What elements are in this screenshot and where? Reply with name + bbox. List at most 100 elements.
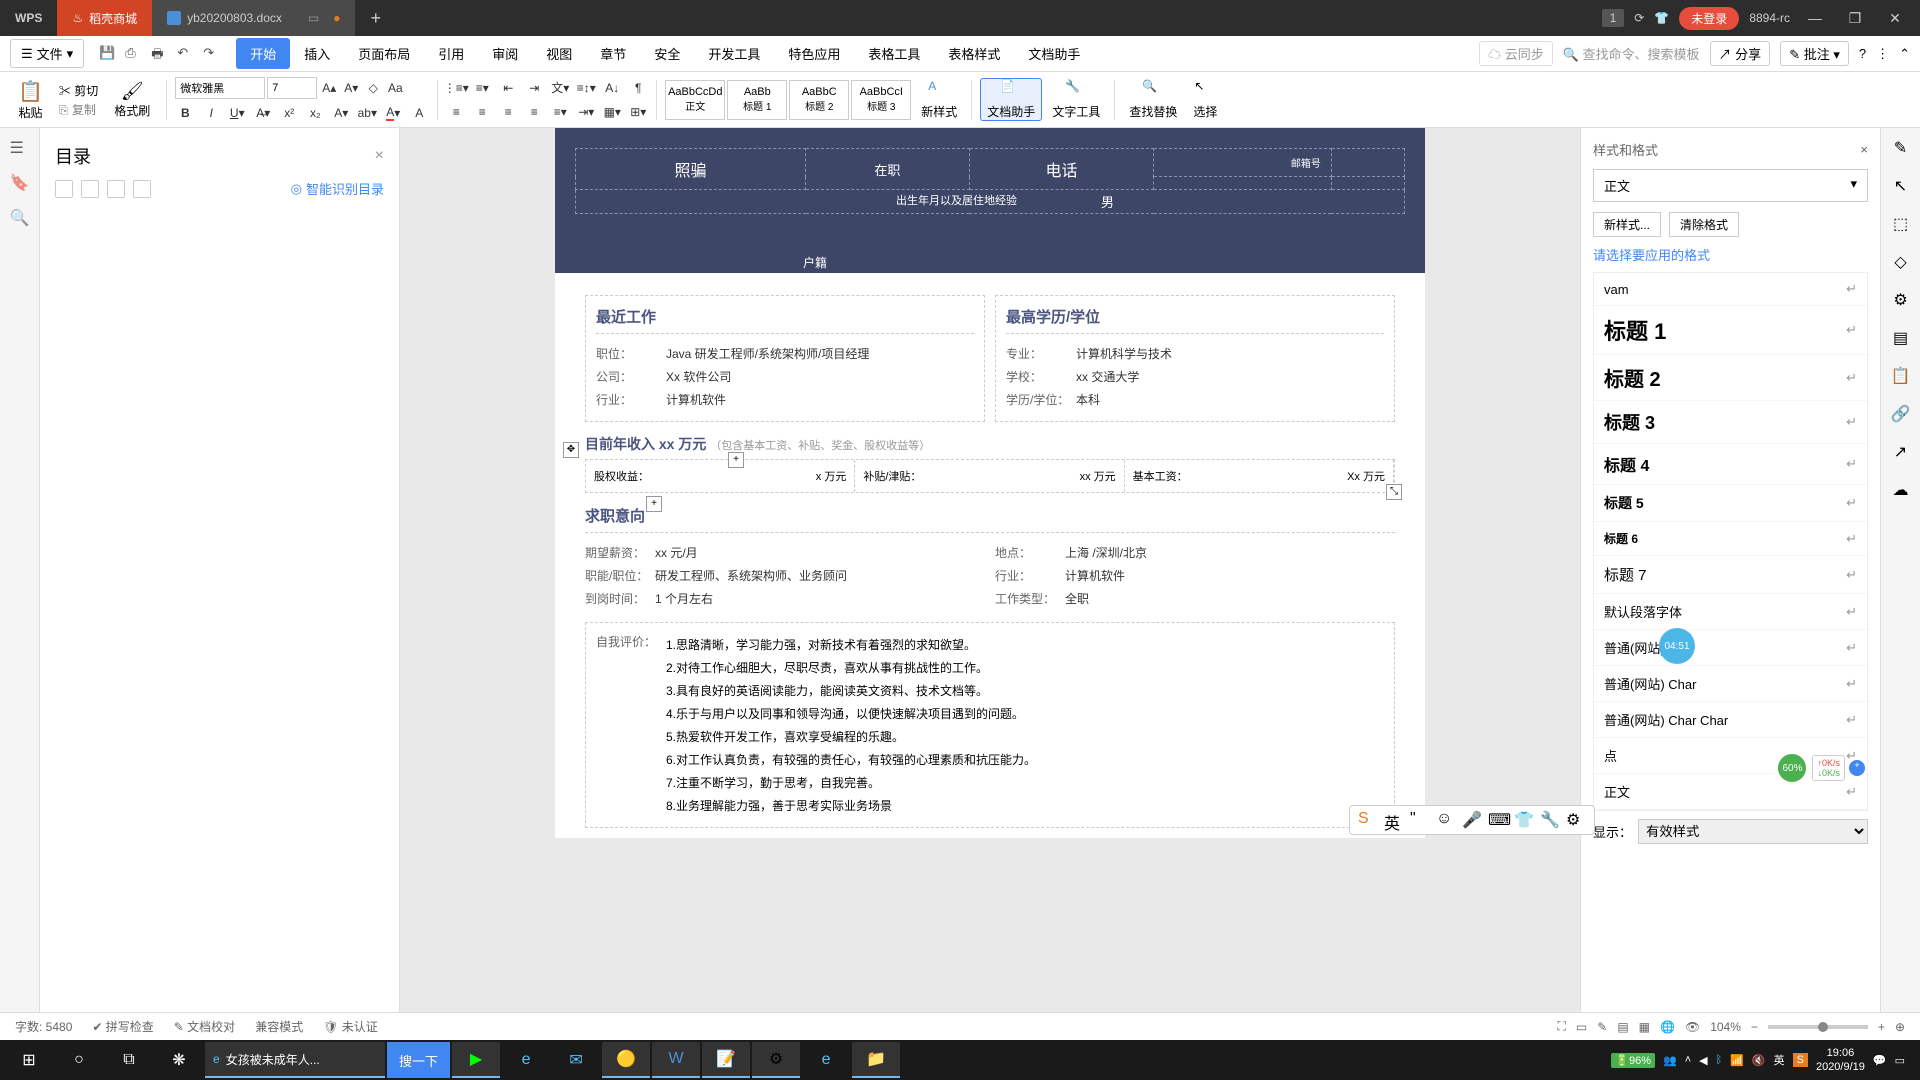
- align-left-icon[interactable]: ≡: [446, 102, 466, 122]
- fit-width-icon[interactable]: ⊕: [1895, 1020, 1905, 1034]
- decrease-font-icon[interactable]: A▾: [341, 78, 361, 98]
- cert-status[interactable]: 🛡 未认证: [323, 1018, 378, 1035]
- layers-rail-icon[interactable]: ▤: [1893, 328, 1908, 348]
- sogou-logo-icon[interactable]: S: [1358, 810, 1378, 830]
- explorer-app[interactable]: 📁: [852, 1042, 900, 1078]
- net-add-icon[interactable]: +: [1849, 760, 1865, 776]
- self-eval-line[interactable]: 2.对待工作心细胆大，尽职尽责，喜欢从事有挑战性的工作。: [666, 656, 1384, 679]
- app-1[interactable]: ❋: [155, 1042, 203, 1078]
- menu-7[interactable]: 安全: [640, 38, 694, 69]
- income-cell[interactable]: 基本工资：Xx 万元: [1125, 460, 1394, 492]
- find-replace-button[interactable]: 🔍 查找替换: [1123, 79, 1183, 120]
- style-box-1[interactable]: AaBb标题 1: [727, 80, 787, 120]
- menu-3[interactable]: 引用: [424, 38, 478, 69]
- highlight-icon[interactable]: ab▾: [357, 103, 377, 123]
- outline-view-icon[interactable]: ▦: [1639, 1020, 1650, 1034]
- redo-icon[interactable]: ↷: [203, 45, 221, 63]
- smart-outline-button[interactable]: ◎ 智能识别目录: [291, 179, 384, 198]
- style-list-item[interactable]: 普通(网站) Char↵: [1594, 666, 1867, 702]
- outline-tool-4[interactable]: [133, 180, 151, 198]
- upload-rail-icon[interactable]: ↗: [1894, 442, 1907, 462]
- notification-badge[interactable]: 1: [1602, 9, 1625, 27]
- ime-lang[interactable]: 英: [1384, 810, 1404, 830]
- copy-button[interactable]: ⎘ 复制: [59, 101, 96, 118]
- strikethrough-icon[interactable]: A̶▾: [253, 103, 273, 123]
- print-preview-icon[interactable]: 🖶: [151, 45, 169, 63]
- cursor-rail-icon[interactable]: ↖: [1894, 176, 1907, 196]
- style-list-item[interactable]: 默认段落字体↵: [1594, 594, 1867, 630]
- menu-10[interactable]: 表格工具: [854, 38, 934, 69]
- style-list-item[interactable]: 标题 7↵: [1594, 556, 1867, 594]
- menu-12[interactable]: 文档助手: [1014, 38, 1094, 69]
- approve-button[interactable]: ✎ 批注 ▾: [1780, 41, 1849, 66]
- menu-4[interactable]: 审阅: [478, 38, 532, 69]
- zoom-in-icon[interactable]: +: [1878, 1020, 1885, 1034]
- text-effects-icon[interactable]: A▾: [331, 103, 351, 123]
- borders-icon[interactable]: ⊞▾: [628, 102, 648, 122]
- shading-icon[interactable]: ▦▾: [602, 102, 622, 122]
- style-list-item[interactable]: vam↵: [1594, 273, 1867, 306]
- bookmark-rail-icon[interactable]: 🔖: [10, 173, 30, 193]
- taskbar-search[interactable]: 搜一下: [387, 1042, 450, 1078]
- save-icon[interactable]: 💾: [99, 45, 117, 63]
- field-row[interactable]: 工作类型：全职: [995, 587, 1395, 610]
- income-cell[interactable]: 补贴/津贴：xx 万元: [855, 460, 1124, 492]
- ime-punct-icon[interactable]: ": [1410, 810, 1430, 830]
- clear-format-action[interactable]: 清除格式: [1669, 212, 1739, 237]
- style-list-item[interactable]: 标题 4↵: [1594, 444, 1867, 485]
- self-eval-line[interactable]: 4.乐于与用户以及同事和领导沟通，以便快速解决项目遇到的问题。: [666, 702, 1384, 725]
- tab-menu-icon[interactable]: ▭: [308, 11, 319, 25]
- field-row[interactable]: 行业：计算机软件: [596, 388, 974, 411]
- font-name-input[interactable]: [175, 77, 265, 99]
- format-painter-button[interactable]: 🖌 格式刷: [106, 81, 158, 119]
- people-icon[interactable]: 👥: [1663, 1054, 1677, 1067]
- superscript-icon[interactable]: x²: [279, 103, 299, 123]
- style-list-item[interactable]: 标题 3↵: [1594, 401, 1867, 444]
- ime-indicator[interactable]: 英: [1774, 1052, 1785, 1068]
- zoom-slider[interactable]: [1768, 1025, 1868, 1029]
- ime-keyboard-icon[interactable]: ⌨: [1488, 810, 1508, 830]
- menu-1[interactable]: 插入: [290, 38, 344, 69]
- sogou-ime-icon[interactable]: S: [1793, 1053, 1808, 1067]
- edit-mode-icon[interactable]: ✎: [1597, 1020, 1607, 1034]
- network-monitor[interactable]: 60% ↑0K/s ↓0K/s +: [1776, 752, 1865, 784]
- style-list-item[interactable]: 普通(网站) Char Char↵: [1594, 702, 1867, 738]
- undo-icon[interactable]: ↶: [177, 45, 195, 63]
- notification-icon[interactable]: ▭: [1895, 1054, 1905, 1067]
- menu-8[interactable]: 开发工具: [694, 38, 774, 69]
- bluetooth-icon[interactable]: ᛒ: [1716, 1054, 1723, 1066]
- field-row[interactable]: 职能/职位：研发工程师、系统架构师、业务顾问: [585, 564, 985, 587]
- income-cell[interactable]: 股权收益：x 万元: [586, 460, 855, 492]
- page-layout-icon[interactable]: ▤: [1617, 1020, 1628, 1034]
- style-box-0[interactable]: AaBbCcDd正文: [665, 80, 725, 120]
- close-button[interactable]: ✕: [1880, 10, 1910, 27]
- ie-browser[interactable]: e 女孩被未成年人...: [205, 1042, 385, 1078]
- field-row[interactable]: 职位：Java 研发工程师/系统架构师/项目经理: [596, 342, 974, 365]
- edge-app[interactable]: e: [502, 1042, 550, 1078]
- outline-rail-icon[interactable]: ☰: [10, 138, 30, 158]
- login-button[interactable]: 未登录: [1679, 7, 1739, 30]
- numbering-icon[interactable]: ≡▾: [472, 78, 492, 98]
- font-size-input[interactable]: [267, 77, 317, 99]
- menu-0[interactable]: 开始: [236, 38, 290, 69]
- table-add-col-handle[interactable]: +: [728, 452, 744, 468]
- tab-icon[interactable]: ⇥▾: [576, 102, 596, 122]
- field-row[interactable]: 专业：计算机科学与技术: [1006, 342, 1384, 365]
- action-center-icon[interactable]: 💬: [1873, 1054, 1887, 1067]
- style-box-3[interactable]: AaBbCcI标题 3: [851, 80, 911, 120]
- more-icon[interactable]: ⋮: [1876, 46, 1889, 62]
- task-view-button[interactable]: ⧉: [105, 1042, 153, 1078]
- ie-app-2[interactable]: e: [802, 1042, 850, 1078]
- zoom-rail-icon[interactable]: 🔍: [10, 208, 30, 228]
- field-row[interactable]: 期望薪资：xx 元/月: [585, 541, 985, 564]
- tray-icon-1[interactable]: ◀: [1699, 1054, 1707, 1067]
- field-row[interactable]: 地点：上海 /深圳/北京: [995, 541, 1395, 564]
- ime-tools-icon[interactable]: 🔧: [1540, 810, 1560, 830]
- sync-icon[interactable]: ⟳: [1634, 11, 1644, 25]
- self-eval-line[interactable]: 8.业务理解能力强，善于思考实际业务场景: [666, 794, 1384, 817]
- menu-9[interactable]: 特色应用: [774, 38, 854, 69]
- font-color-icon[interactable]: A▾: [383, 103, 403, 123]
- align-right-icon[interactable]: ≡: [498, 102, 518, 122]
- help-icon[interactable]: ?: [1859, 46, 1866, 61]
- sort-icon[interactable]: A↓: [602, 78, 622, 98]
